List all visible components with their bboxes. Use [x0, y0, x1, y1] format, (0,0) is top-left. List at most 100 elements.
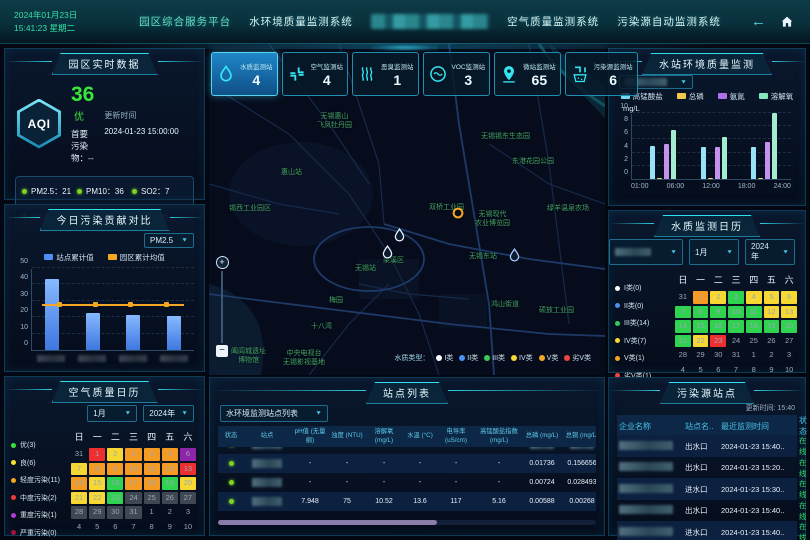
station-button-1[interactable]: 水质监测站4 — [211, 52, 278, 96]
legend-dot — [436, 355, 442, 361]
station-button-5[interactable]: 微站监测站65 — [494, 52, 561, 96]
calendar-day: 31 — [728, 349, 744, 362]
chevron-down-icon: ▼ — [315, 411, 322, 417]
station-button-label: 水质监测站 — [240, 61, 273, 71]
scrollbar-thumb[interactable] — [218, 520, 437, 525]
calendar-day: 18 — [144, 477, 160, 490]
weekday-header: 四 — [746, 271, 762, 289]
table-row[interactable]: 出水口2024-01-23 15:20..在线 — [617, 457, 797, 479]
average-point — [93, 302, 98, 307]
air-calendar-year-dropdown[interactable]: 2024年▼ — [143, 405, 194, 422]
legend-label: III类(14) — [624, 318, 649, 328]
calendar-day: 4 — [71, 521, 87, 534]
column-header: 高锰酸盐指数 (mg/L) — [476, 426, 522, 447]
panel-water-calendar: 水质监测日历 ▼ 1月▼ 2024年▼ I类(0)II类(0)III类(14)I… — [608, 210, 806, 373]
back-icon[interactable]: ← — [751, 14, 766, 29]
legend-chip — [759, 93, 768, 99]
station-list-selector-dropdown[interactable]: 水环境监测站点列表▼ — [220, 405, 328, 422]
nav-item-air-system[interactable]: 空气质量监测系统 — [507, 14, 599, 29]
blur-block — [619, 505, 673, 514]
legend-dot — [11, 478, 16, 483]
data-cell: 0.00724 — [522, 473, 562, 492]
table-row[interactable]: 进水口2024-01-23 15:30..在线 — [617, 478, 797, 500]
x-tick-label: 12:00 — [702, 183, 720, 190]
bar-总磷 — [708, 178, 713, 180]
value-blurred — [570, 447, 594, 449]
water-station-marker[interactable] — [382, 245, 393, 265]
calendar-day: 11 — [144, 463, 160, 476]
table-row[interactable]: ------0.017360.156656-- — [218, 454, 596, 473]
bar-group-06:00 — [688, 114, 738, 179]
station-button-3[interactable]: 恶臭监测站1 — [352, 52, 419, 96]
panel-pollution-sources: 污染源站点 更新时间: 15:40 企业名称站点名..最近监测时间状态出水口20… — [608, 377, 806, 536]
calendar-day: 27 — [781, 335, 797, 348]
nav-item-water-system[interactable]: 水环境质量监测系统 — [249, 14, 353, 29]
table-row[interactable] — [218, 447, 596, 454]
station-button-2[interactable]: 空气监测站4 — [282, 52, 349, 96]
time-weekday: 15:41:23 星期二 — [14, 22, 120, 35]
pollutant-selector-dropdown[interactable]: PM2.5▼ — [144, 233, 194, 248]
x-tick-label: 01:00 — [631, 183, 649, 190]
station-count: 3 — [452, 72, 486, 88]
air-year-value: 2024年 — [149, 408, 175, 419]
legend-dot — [615, 338, 620, 343]
bar-高锰酸盐 — [650, 146, 655, 179]
water-quality-bar-chart: 0246810 — [631, 114, 791, 180]
contribution-bar-chart: 01020304050 — [31, 269, 194, 351]
calendar-day: 10 — [180, 521, 196, 534]
station-button-texts: VOC监测站3 — [452, 61, 486, 88]
bar — [45, 279, 59, 350]
water-station-marker[interactable] — [509, 248, 520, 268]
map-label: 无锡站 — [355, 264, 376, 273]
update-time-label: 更新时间 — [104, 108, 192, 123]
table-rows: ------0.017360.156656--------0.007240.02… — [218, 447, 596, 517]
water-calendar-station-dropdown[interactable]: ▼ — [609, 239, 683, 265]
table-row[interactable]: ------0.007240.028493-- — [218, 473, 596, 492]
alert-ring-marker[interactable] — [452, 206, 464, 224]
nav-item-pollution-system[interactable]: 污染源自动监测系统 — [617, 14, 721, 29]
water-calendar-year-dropdown[interactable]: 2024年▼ — [745, 239, 795, 265]
data-cell: 5.16 — [476, 492, 522, 511]
table-row[interactable]: 7.9487510.5213.61175.160.005880.002685.5… — [218, 492, 596, 511]
legend-label: 氨氮 — [730, 92, 745, 101]
legend-item: 总磷 — [677, 91, 704, 102]
air-calendar-month-dropdown[interactable]: 1月▼ — [87, 405, 137, 422]
metric-text: SO2：7 — [141, 186, 169, 197]
data-cell: - — [364, 473, 404, 492]
table-row[interactable]: 进水口2024-01-23 15:40..在线 — [617, 521, 797, 540]
data-cell — [290, 447, 330, 454]
table-row[interactable]: 出水口2024-01-23 15:40..在线 — [617, 435, 797, 457]
calendar-day: 28 — [71, 506, 87, 519]
aqi-label: AQI — [20, 102, 58, 146]
calendar-day: 1 — [144, 506, 160, 519]
home-icon[interactable] — [780, 15, 794, 29]
y-tick-label: 0 — [10, 340, 28, 347]
table-row[interactable]: 出水口2024-01-23 15:40..在线 — [617, 500, 797, 522]
calendar-day: 8 — [144, 521, 160, 534]
calendar-day: 31 — [125, 506, 141, 519]
panel-title-water-calendar: 水质监测日历 — [654, 215, 760, 237]
legend-item-III类: III类 — [484, 355, 505, 362]
voc-icon — [428, 61, 448, 87]
nav-item-park-platform[interactable]: 园区综合服务平台 — [139, 14, 231, 29]
water-station-marker[interactable] — [394, 228, 405, 248]
legend-dot — [11, 530, 16, 535]
blur-block — [619, 527, 673, 536]
station-button-6[interactable]: 污染源监测站6 — [565, 52, 638, 96]
bar-group-12:00 — [739, 114, 789, 179]
station-name-cell — [244, 447, 290, 454]
calendar-day: 21 — [71, 492, 87, 505]
data-cell: - — [436, 454, 476, 473]
chevron-down-icon: ▼ — [726, 249, 733, 255]
bar-groups — [632, 114, 791, 179]
legend-label: 轻度污染(11) — [20, 475, 60, 485]
water-calendar-month-dropdown[interactable]: 1月▼ — [689, 239, 739, 265]
y-tick-label: 6 — [610, 129, 628, 136]
date-text: 2024年01月23日 — [14, 9, 120, 22]
map-zoom-in-button[interactable]: + — [216, 256, 229, 269]
calendar-day: 8 — [89, 463, 105, 476]
calendar-day: 19 — [764, 320, 780, 333]
map-zoom-track[interactable] — [221, 271, 223, 343]
station-button-4[interactable]: VOC监测站3 — [423, 52, 491, 96]
map-zoom-out-button[interactable]: − — [216, 345, 228, 357]
